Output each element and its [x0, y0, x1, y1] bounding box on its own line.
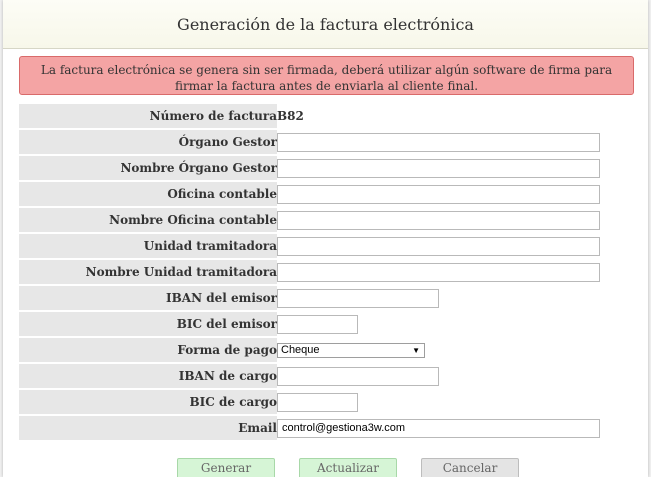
form-row-numero-factura: Número de factura B82	[19, 104, 639, 128]
unidad-tramitadora-input[interactable]	[277, 236, 600, 256]
form-row-email: Email	[19, 416, 639, 440]
iban-emisor-input[interactable]	[277, 288, 439, 308]
form-row-nombre-oficina-contable: Nombre Oficina contable	[19, 208, 639, 232]
form-row-forma-pago: Forma de pago Cheque ▼	[19, 338, 639, 362]
forma-pago-label: Forma de pago	[19, 338, 277, 362]
form-row-nombre-organo-gestor: Nombre Órgano Gestor	[19, 156, 639, 180]
forma-pago-selected-value: Cheque	[281, 343, 320, 356]
warning-alert: La factura electrónica se genera sin ser…	[19, 56, 634, 95]
oficina-contable-label: Oficina contable	[19, 182, 277, 206]
forma-pago-select[interactable]: Cheque ▼	[277, 342, 425, 358]
actualizar-button[interactable]: Actualizar	[299, 458, 397, 477]
oficina-contable-input[interactable]	[277, 184, 600, 204]
email-label: Email	[19, 416, 277, 440]
nombre-unidad-tramitadora-input[interactable]	[277, 262, 600, 282]
form-row-unidad-tramitadora: Unidad tramitadora	[19, 234, 639, 258]
bic-emisor-input[interactable]	[277, 314, 358, 334]
nombre-unidad-tramitadora-label: Nombre Unidad tramitadora	[19, 260, 277, 284]
organo-gestor-label: Órgano Gestor	[19, 130, 277, 154]
invoice-form: Número de factura B82 Órgano Gestor Nomb…	[19, 102, 639, 442]
form-row-bic-cargo: BIC de cargo	[19, 390, 639, 414]
unidad-tramitadora-label: Unidad tramitadora	[19, 234, 277, 258]
nombre-oficina-contable-label: Nombre Oficina contable	[19, 208, 277, 232]
nombre-oficina-contable-input[interactable]	[277, 210, 600, 230]
nombre-organo-gestor-input[interactable]	[277, 158, 600, 178]
organo-gestor-input[interactable]	[277, 132, 600, 152]
form-row-iban-emisor: IBAN del emisor	[19, 286, 639, 310]
iban-cargo-input[interactable]	[277, 366, 439, 386]
form-row-iban-cargo: IBAN de cargo	[19, 364, 639, 388]
bic-emisor-label: BIC del emisor	[19, 312, 277, 336]
email-input[interactable]	[277, 418, 600, 438]
invoice-dialog: Generación de la factura electrónica La …	[3, 0, 648, 477]
chevron-down-icon: ▼	[412, 345, 420, 355]
form-row-organo-gestor: Órgano Gestor	[19, 130, 639, 154]
bic-cargo-label: BIC de cargo	[19, 390, 277, 414]
dialog-title: Generación de la factura electrónica	[3, 0, 648, 49]
generar-button[interactable]: Generar	[177, 458, 275, 477]
numero-factura-label: Número de factura	[19, 104, 277, 128]
iban-cargo-label: IBAN de cargo	[19, 364, 277, 388]
bic-cargo-input[interactable]	[277, 392, 358, 412]
iban-emisor-label: IBAN del emisor	[19, 286, 277, 310]
form-row-nombre-unidad-tramitadora: Nombre Unidad tramitadora	[19, 260, 639, 284]
nombre-organo-gestor-label: Nombre Órgano Gestor	[19, 156, 277, 180]
form-row-oficina-contable: Oficina contable	[19, 182, 639, 206]
numero-factura-value: B82	[277, 109, 304, 123]
form-row-bic-emisor: BIC del emisor	[19, 312, 639, 336]
cancelar-button[interactable]: Cancelar	[421, 458, 519, 477]
